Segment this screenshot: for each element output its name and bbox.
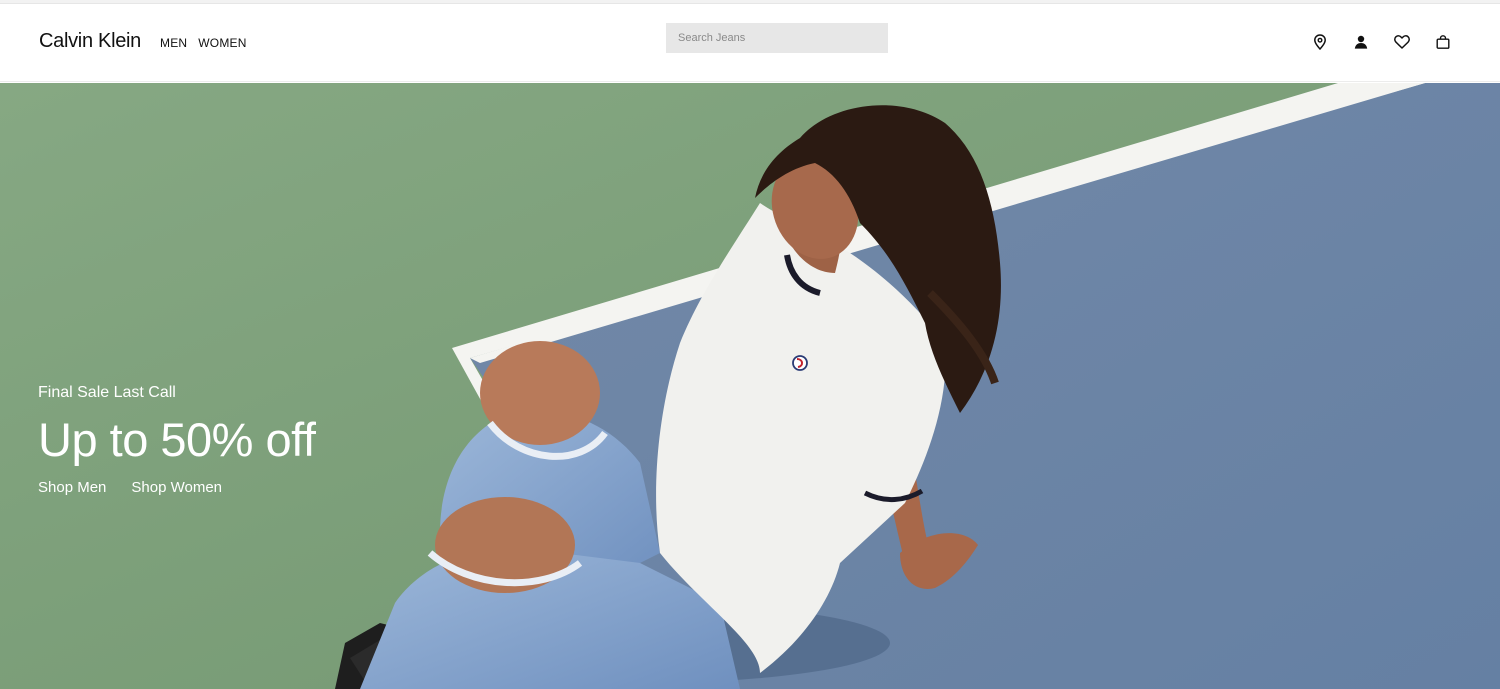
nav-item-women[interactable]: WOMEN xyxy=(198,36,246,50)
shopping-bag-icon[interactable] xyxy=(1431,30,1455,54)
heart-icon[interactable] xyxy=(1390,30,1414,54)
shop-men-link[interactable]: Shop Men xyxy=(38,479,106,496)
promo-headline: Up to 50% off xyxy=(38,413,316,466)
location-pin-icon[interactable] xyxy=(1308,30,1332,54)
site-header: Calvin Klein MEN WOMEN xyxy=(0,4,1500,82)
nav-item-men[interactable]: MEN xyxy=(160,36,187,50)
main-nav: MEN WOMEN xyxy=(160,36,247,50)
search-input[interactable] xyxy=(666,23,888,53)
hero-promo: Final Sale Last Call Up to 50% off Shop … xyxy=(38,384,316,496)
brand-logo[interactable]: Calvin Klein xyxy=(39,30,141,53)
account-icon[interactable] xyxy=(1349,30,1373,54)
promo-eyebrow: Final Sale Last Call xyxy=(38,384,176,401)
shop-women-link[interactable]: Shop Women xyxy=(131,479,222,496)
promo-links: Shop Men Shop Women xyxy=(38,479,315,496)
hero-banner: Final Sale Last Call Up to 50% off Shop … xyxy=(0,83,1500,689)
